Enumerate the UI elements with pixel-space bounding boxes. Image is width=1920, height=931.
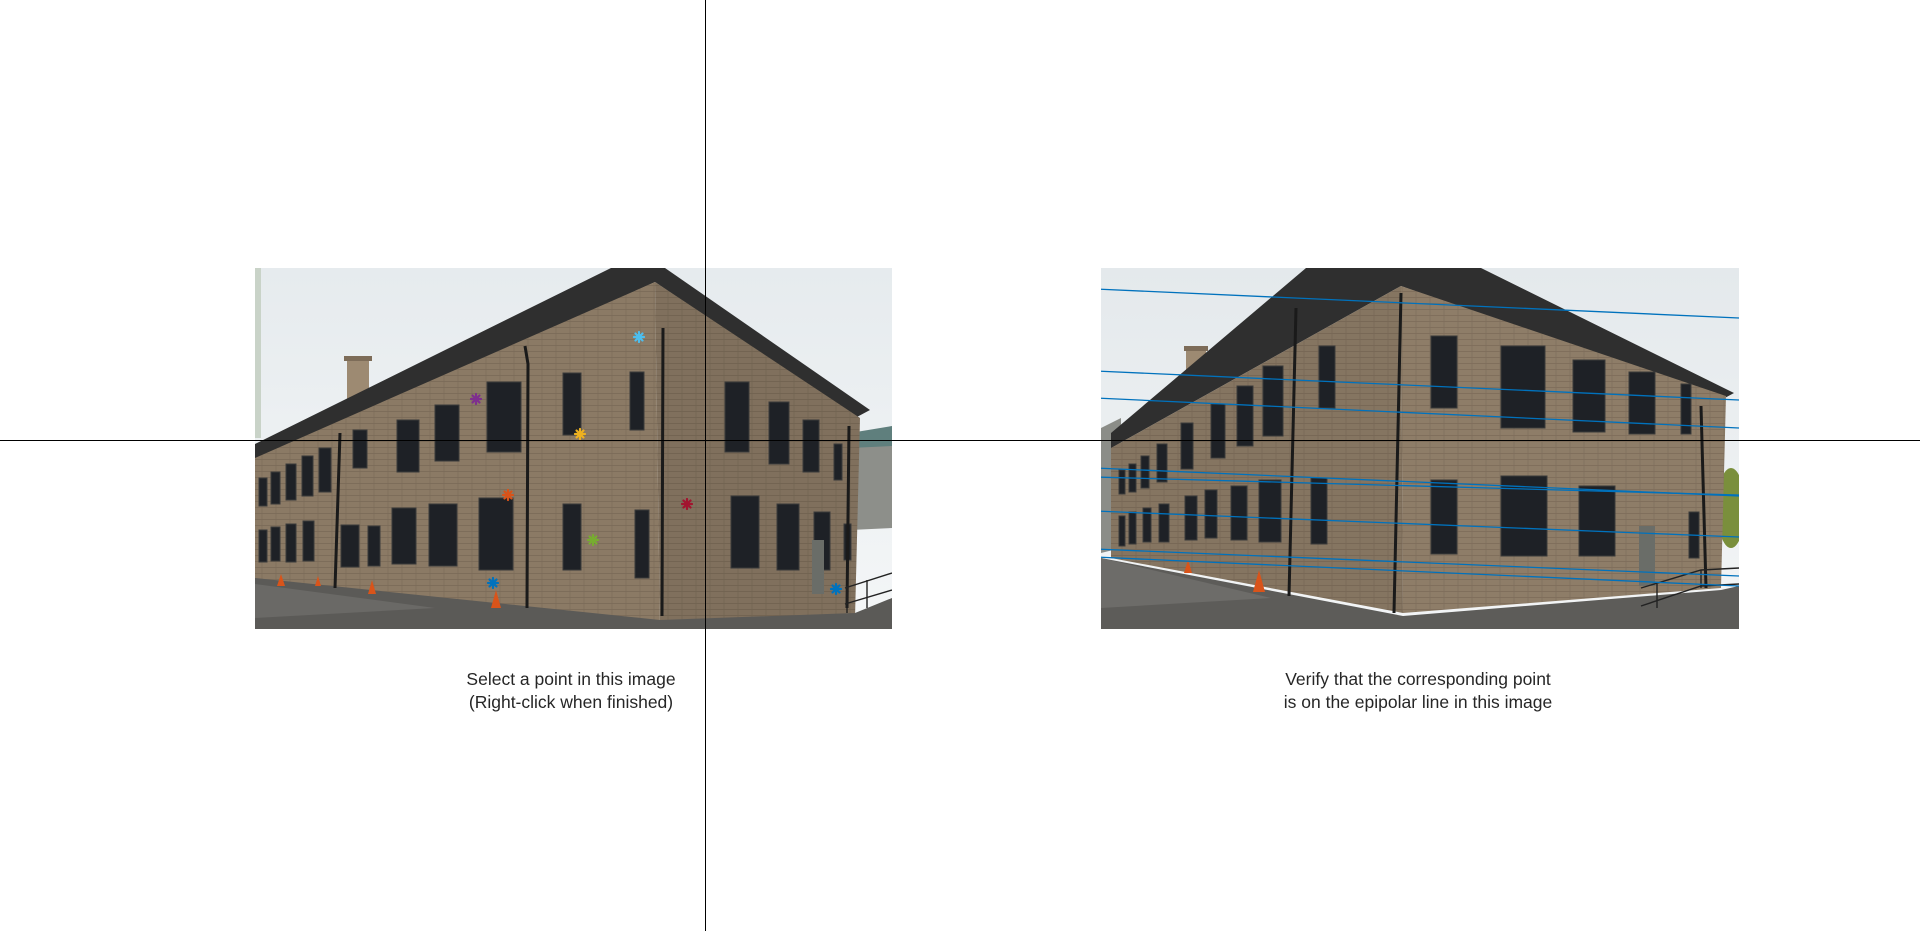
point-marker — [469, 392, 483, 406]
figure-window: Select a point in this image (Right-clic… — [0, 0, 1920, 931]
right-instruction-line-2: is on the epipolar line in this image — [1283, 692, 1553, 712]
right-building-photo[interactable] — [1101, 268, 1739, 629]
left-instruction-line-1: Select a point in this image — [466, 669, 676, 689]
point-marker — [632, 330, 646, 344]
point-marker — [486, 576, 500, 590]
right-instruction-line-1: Verify that the corresponding point — [1285, 669, 1551, 689]
point-marker — [829, 582, 843, 596]
left-image-axes[interactable] — [255, 268, 892, 629]
point-marker — [586, 533, 600, 547]
left-instruction-line-2: (Right-click when finished) — [468, 692, 674, 712]
point-marker — [680, 497, 694, 511]
point-marker — [501, 488, 515, 502]
right-image-axes[interactable] — [1101, 268, 1739, 629]
right-instruction-label: Verify that the corresponding point is o… — [1248, 668, 1588, 714]
left-building-photo[interactable] — [255, 268, 892, 629]
point-marker — [573, 427, 587, 441]
left-instruction-label: Select a point in this image (Right-clic… — [440, 668, 702, 714]
